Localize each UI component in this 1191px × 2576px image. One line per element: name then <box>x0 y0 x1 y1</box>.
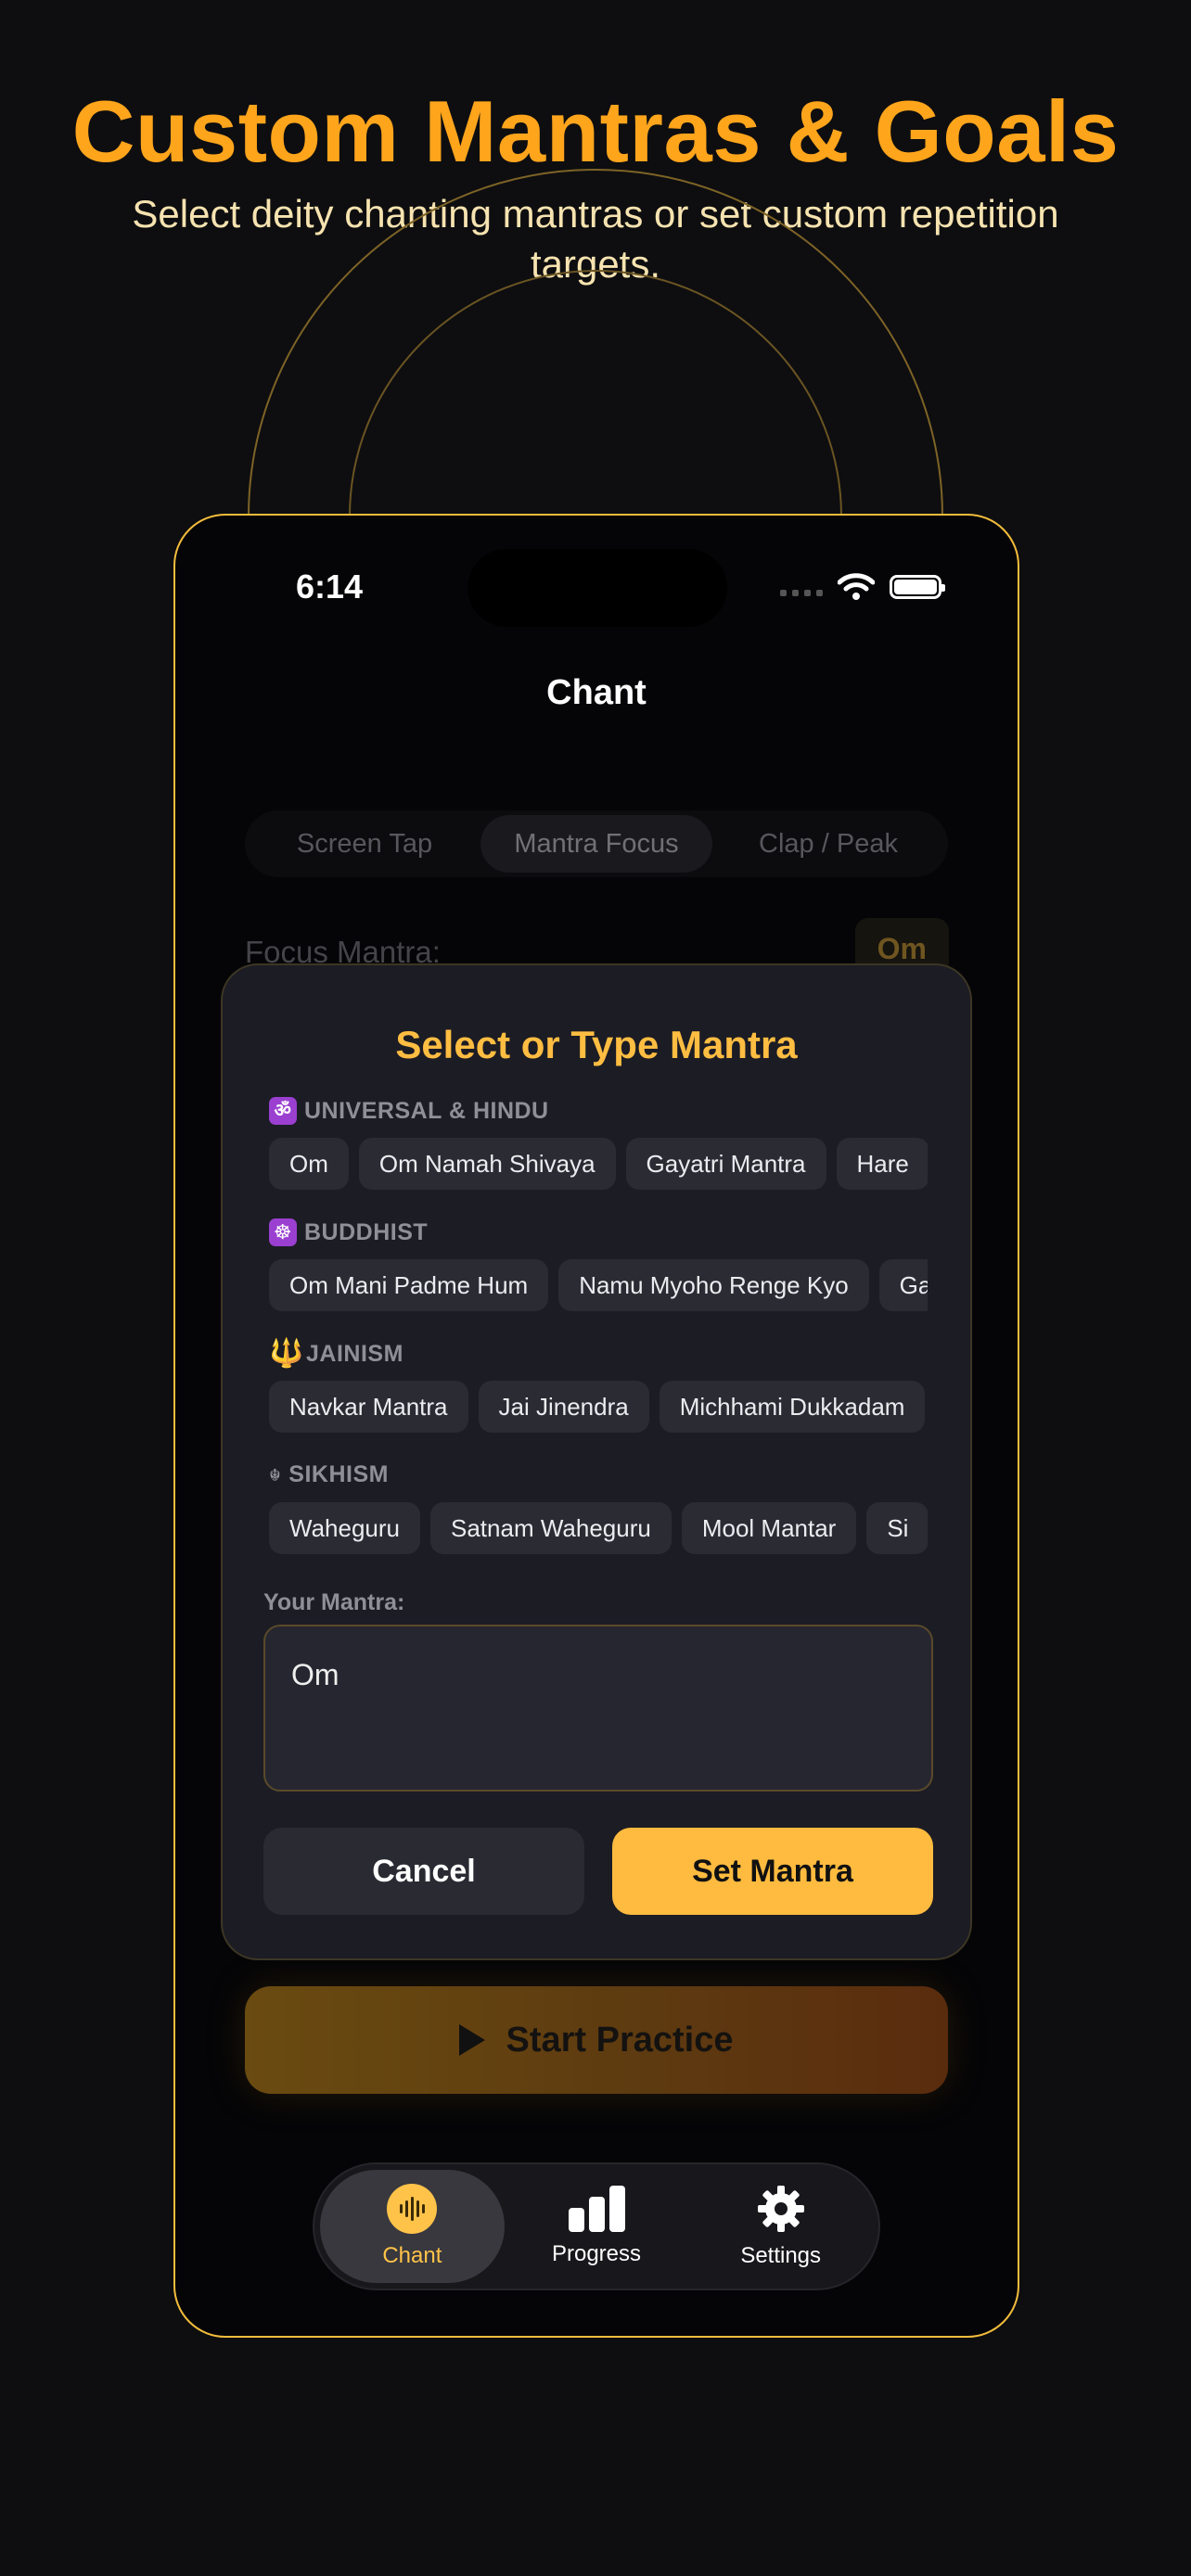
tab-progress[interactable]: Progress <box>505 2170 689 2283</box>
status-indicators <box>780 573 945 601</box>
wifi-icon <box>838 573 875 600</box>
tab-chant[interactable]: Chant <box>320 2170 505 2283</box>
segment-mantra-focus[interactable]: Mantra Focus <box>480 815 712 873</box>
tab-bar: Chant Progress Settings <box>313 2162 880 2290</box>
mantra-chip[interactable]: Gayatri Mantra <box>625 1138 826 1190</box>
status-time: 6:14 <box>296 567 364 606</box>
group-label-buddhist: ☸ BUDDHIST <box>269 1218 428 1246</box>
mantra-chip[interactable]: Si <box>866 1502 928 1554</box>
group-label-jainism: 🔱 JAINISM <box>269 1340 403 1368</box>
mantra-chip[interactable]: Ga <box>878 1259 928 1311</box>
group-label-sikhism: ☬ SIKHISM <box>269 1461 389 1488</box>
mantra-text-input[interactable]: Om <box>263 1625 933 1792</box>
battery-icon <box>890 575 945 599</box>
start-practice-label: Start Practice <box>506 2020 734 2060</box>
mantra-chip[interactable]: Mool Mantar <box>681 1502 857 1554</box>
trident-icon: 🔱 <box>269 1338 304 1369</box>
mantra-chip[interactable]: Hare <box>836 1138 928 1190</box>
tab-settings[interactable]: Settings <box>688 2170 873 2283</box>
play-icon <box>459 2024 486 2056</box>
modal-title: Select or Type Mantra <box>395 1023 798 1066</box>
mantra-chip[interactable]: Navkar Mantra <box>269 1381 468 1433</box>
promo-canvas: Custom Mantras & Goals Select deity chan… <box>0 0 1191 2576</box>
chip-row-sikhism: Waheguru Satnam Waheguru Mool Mantar Si <box>269 1502 928 1556</box>
mantra-chip[interactable]: Namu Myoho Renge Kyo <box>558 1259 869 1311</box>
group-title: BUDDHIST <box>304 1218 429 1245</box>
cancel-button[interactable]: Cancel <box>263 1828 584 1915</box>
segment-clap-peak[interactable]: Clap / Peak <box>712 815 944 873</box>
mantra-picker-modal: Select or Type Mantra ॐ UNIVERSAL & HIND… <box>221 963 972 1960</box>
mantra-chip[interactable]: Michhami Dukkadam <box>659 1381 926 1433</box>
group-title: JAINISM <box>306 1340 403 1367</box>
phone-frame: 6:14 Chant Screen Tap Mantra Focus Clap … <box>173 514 1019 2338</box>
chip-row-jainism: Navkar Mantra Jai Jinendra Michhami Dukkad… <box>269 1381 928 1435</box>
mantra-chip[interactable]: Om Mani Padme Hum <box>269 1259 549 1311</box>
tab-settings-label: Settings <box>740 2243 822 2268</box>
set-mantra-button[interactable]: Set Mantra <box>612 1828 933 1915</box>
chip-row-universal-hindu: Om Om Namah Shivaya Gayatri Mantra Hare <box>269 1138 928 1192</box>
dynamic-island <box>467 549 727 627</box>
om-icon: ॐ <box>269 1097 297 1125</box>
mantra-chip[interactable]: Om <box>269 1138 349 1190</box>
dharma-wheel-icon: ☸ <box>269 1218 297 1246</box>
mantra-chip[interactable]: Satnam Waheguru <box>430 1502 672 1554</box>
group-title: SIKHISM <box>288 1461 389 1487</box>
mode-segmented-control[interactable]: Screen Tap Mantra Focus Clap / Peak <box>245 810 948 877</box>
tab-progress-label: Progress <box>551 2241 642 2266</box>
cellular-signal-icon <box>780 578 823 596</box>
bar-chart-icon <box>568 2186 625 2232</box>
mantra-chip[interactable]: Om Namah Shivaya <box>358 1138 616 1190</box>
tab-chant-label: Chant <box>382 2243 442 2268</box>
gear-icon <box>757 2186 804 2232</box>
khanda-icon: ☬ <box>269 1465 282 1485</box>
chip-row-buddhist: Om Mani Padme HumNamu Myoho Renge KyoGa <box>269 1259 928 1313</box>
segment-screen-tap[interactable]: Screen Tap <box>249 815 480 873</box>
decorative-arcs <box>248 169 943 517</box>
mantra-chip[interactable]: Waheguru <box>269 1502 420 1554</box>
nav-title: Chant <box>546 673 647 712</box>
your-mantra-label: Your Mantra: <box>263 1589 405 1615</box>
group-title: UNIVERSAL & HINDU <box>304 1097 549 1124</box>
group-label-universal-hindu: ॐ UNIVERSAL & HINDU <box>269 1097 549 1125</box>
mantra-chip[interactable]: Jai Jinendra <box>478 1381 649 1433</box>
waveform-icon <box>387 2184 438 2234</box>
start-practice-button[interactable]: Start Practice <box>245 1986 948 2094</box>
